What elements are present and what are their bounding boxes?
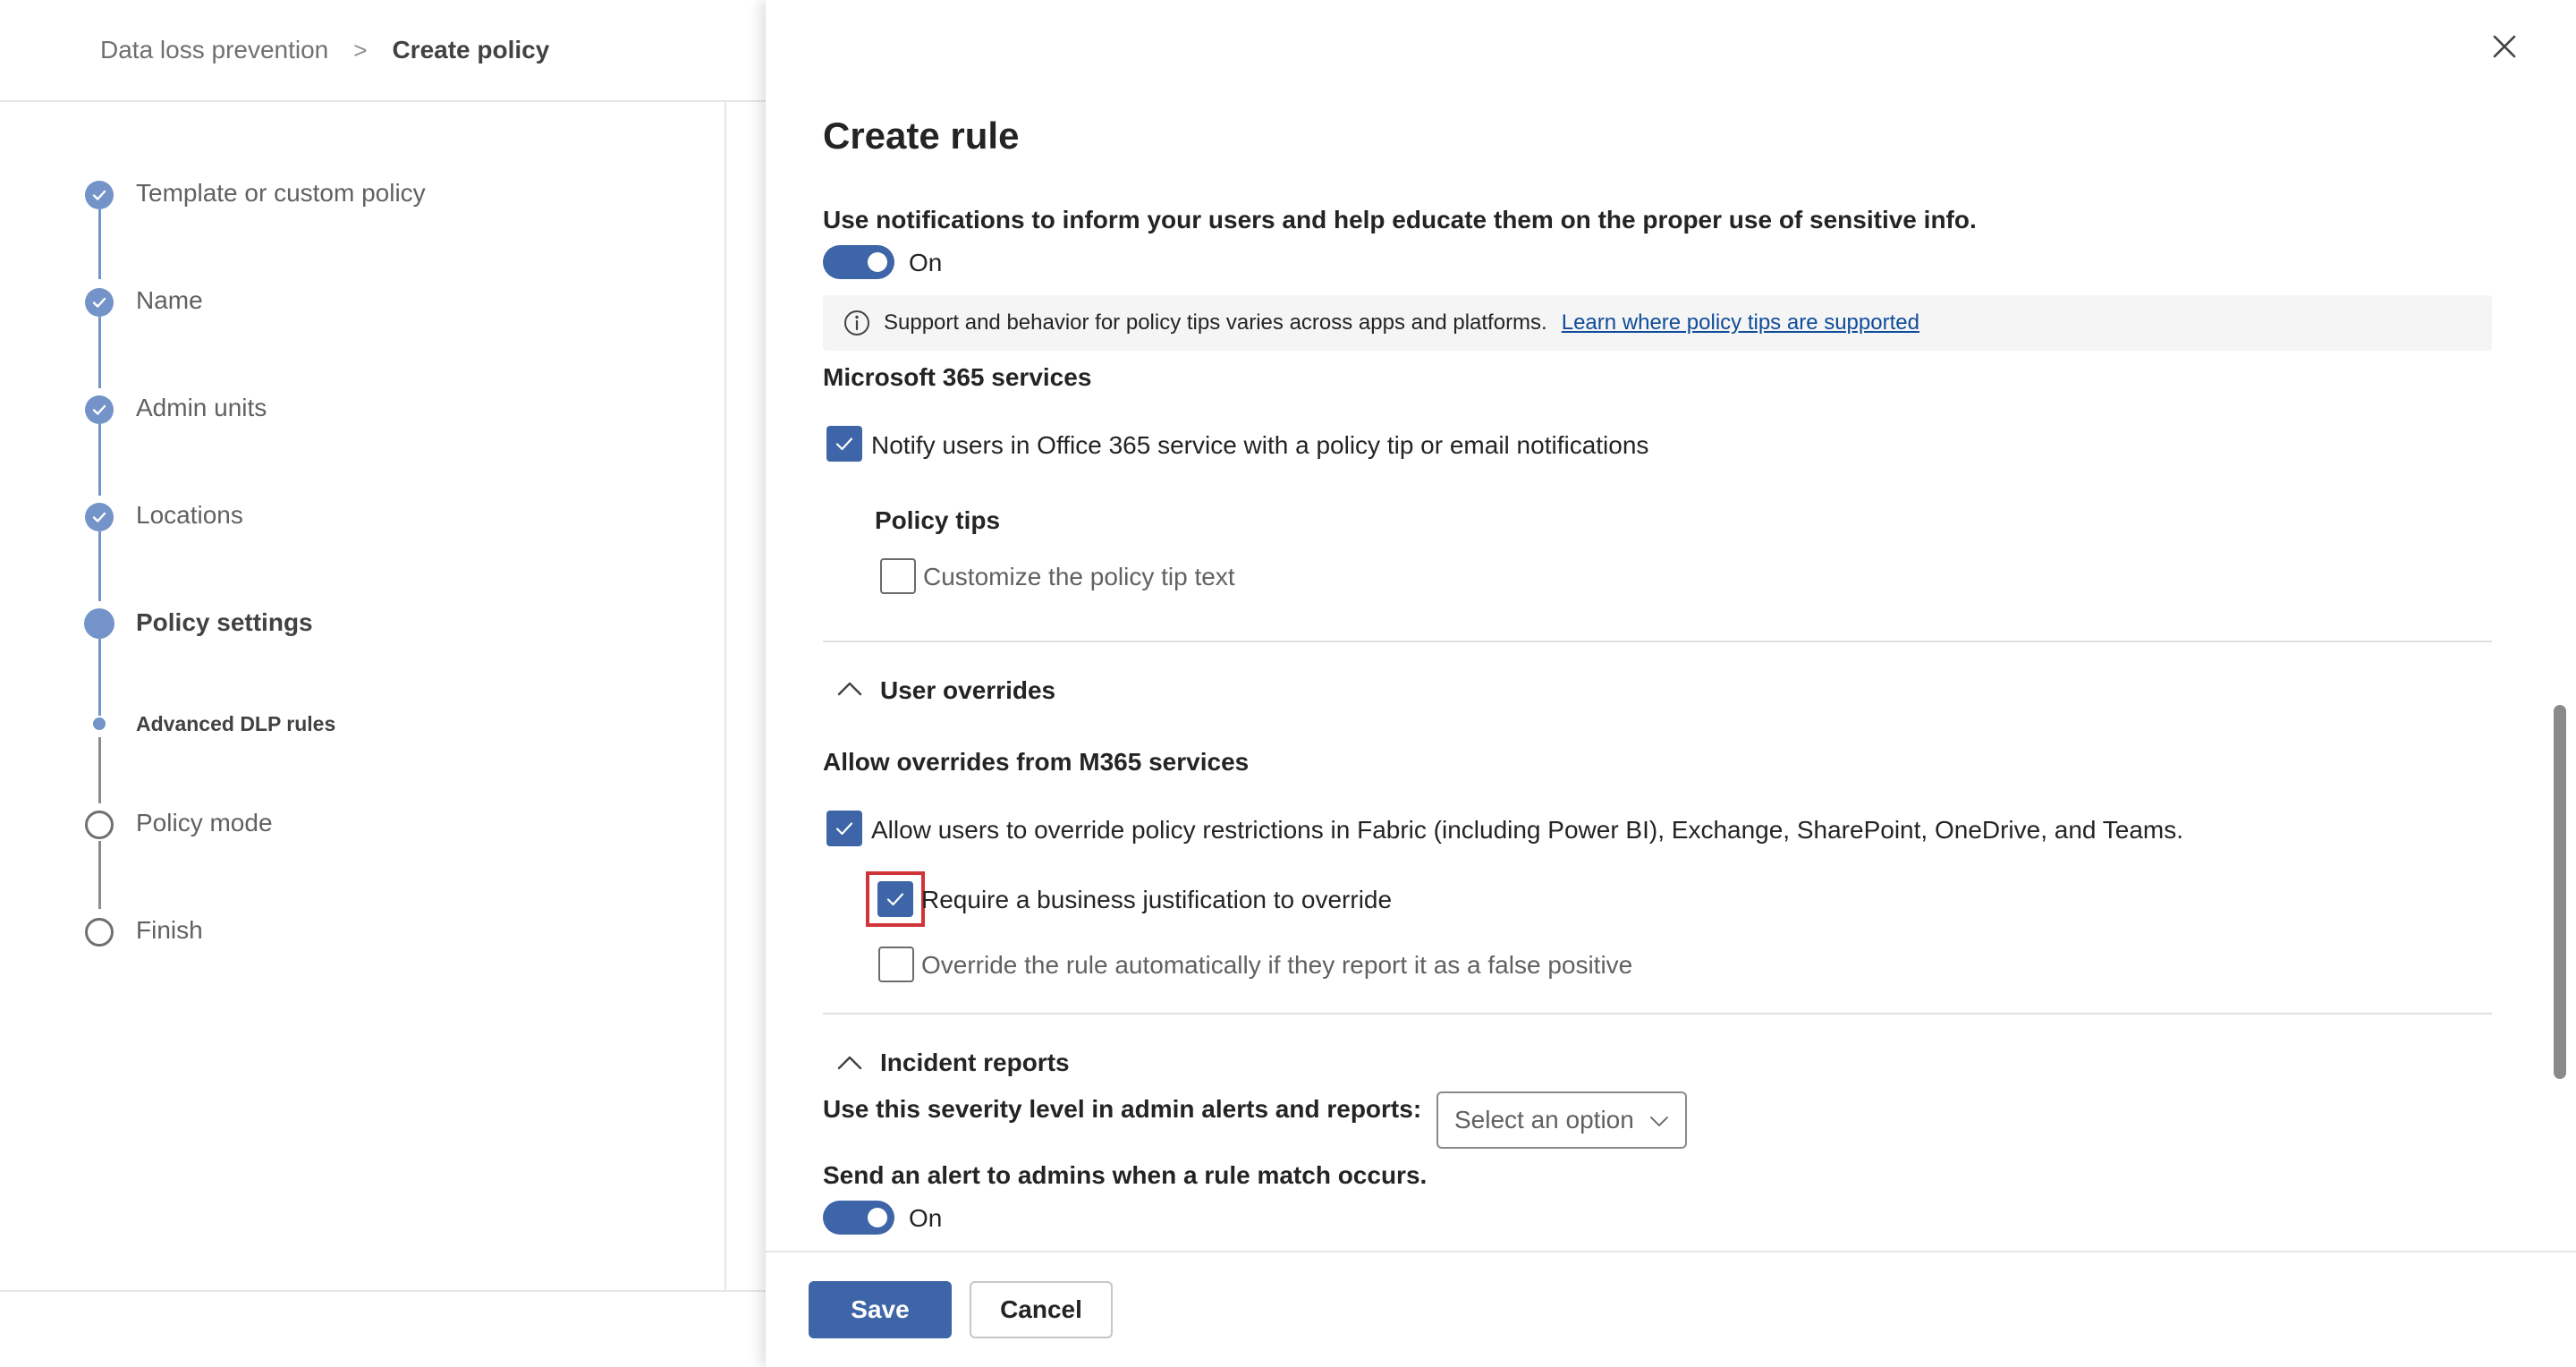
business-justification-label: Require a business justification to over… — [921, 886, 1393, 913]
admin-alert-toggle-label: On — [909, 1204, 943, 1232]
step-connector — [98, 317, 101, 388]
allow-overrides-subheading: Allow overrides from M365 services — [823, 748, 1250, 776]
step-connector — [98, 737, 101, 803]
save-button[interactable]: Save — [809, 1281, 952, 1338]
m365-services-heading: Microsoft 365 services — [823, 363, 1092, 391]
panel-footer-divider — [766, 1251, 2576, 1252]
step-connector — [98, 639, 101, 716]
false-positive-label: Override the rule automatically if they … — [921, 951, 1633, 979]
close-button[interactable] — [2481, 23, 2528, 70]
notifications-description: Use notifications to inform your users a… — [823, 206, 1977, 233]
policy-tips-info-bar: Support and behavior for policy tips var… — [823, 295, 2492, 351]
section-divider — [823, 641, 2492, 642]
step-locations[interactable]: Locations — [136, 501, 243, 530]
policy-tips-support-link[interactable]: Learn where policy tips are supported — [1562, 310, 1919, 335]
step-advanced-dlp-rules[interactable]: Advanced DLP rules — [136, 712, 335, 736]
step-finish[interactable]: Finish — [136, 916, 203, 945]
chevron-up-icon — [837, 682, 862, 696]
step-complete-icon — [85, 288, 114, 317]
customize-policy-tip-label: Customize the policy tip text — [923, 563, 1235, 590]
notify-users-checkbox[interactable] — [826, 426, 862, 462]
user-overrides-toggle[interactable] — [834, 673, 866, 705]
nav-divider — [724, 102, 726, 1290]
business-justification-checkbox[interactable] — [877, 881, 913, 917]
incident-reports-toggle[interactable] — [834, 1047, 866, 1079]
user-overrides-heading[interactable]: User overrides — [880, 676, 1055, 705]
step-connector — [98, 531, 101, 601]
admin-alert-toggle[interactable] — [823, 1201, 894, 1235]
step-complete-icon — [85, 503, 114, 531]
incident-reports-heading[interactable]: Incident reports — [880, 1049, 1070, 1077]
info-bar-text: Support and behavior for policy tips var… — [884, 310, 1547, 335]
customize-policy-tip-checkbox[interactable] — [880, 558, 916, 594]
notify-users-label: Notify users in Office 365 service with … — [871, 431, 1649, 459]
false-positive-checkbox[interactable] — [878, 947, 914, 982]
section-divider — [823, 1013, 2492, 1015]
create-rule-panel: Create rule Use notifications to inform … — [766, 0, 2576, 1367]
panel-scrollbar-thumb[interactable] — [2554, 705, 2566, 1079]
cancel-button[interactable]: Cancel — [970, 1281, 1113, 1338]
close-icon — [2493, 35, 2516, 58]
step-connector — [98, 209, 101, 279]
step-pending-icon — [85, 811, 114, 839]
step-template[interactable]: Template or custom policy — [136, 179, 426, 208]
step-complete-icon — [85, 181, 114, 209]
panel-title: Create rule — [823, 115, 1020, 157]
notifications-toggle-label: On — [909, 249, 943, 276]
step-current-icon — [84, 608, 114, 639]
info-icon — [843, 309, 871, 337]
checkmark-icon — [835, 437, 853, 451]
step-name[interactable]: Name — [136, 286, 203, 315]
severity-select[interactable]: Select an option — [1436, 1091, 1687, 1149]
step-connector — [98, 841, 101, 909]
admin-alert-label: Send an alert to admins when a rule matc… — [823, 1161, 1428, 1189]
chevron-up-icon — [837, 1056, 862, 1070]
step-policy-mode[interactable]: Policy mode — [136, 809, 273, 837]
wizard-stepper: Template or custom policy Name Admin uni… — [0, 0, 724, 1290]
wizard-area: Data loss prevention > Create policy Tem… — [0, 0, 766, 1367]
checkmark-icon — [886, 893, 904, 906]
step-complete-icon — [85, 395, 114, 424]
chevron-down-icon — [1648, 1109, 1671, 1133]
step-policy-settings[interactable]: Policy settings — [136, 608, 313, 637]
severity-level-label: Use this severity level in admin alerts … — [823, 1095, 1422, 1123]
footer-divider — [0, 1290, 766, 1292]
severity-select-placeholder: Select an option — [1454, 1106, 1634, 1134]
allow-override-checkbox[interactable] — [826, 811, 862, 846]
checkmark-icon — [835, 822, 853, 836]
notifications-toggle[interactable] — [823, 245, 894, 279]
step-admin-units[interactable]: Admin units — [136, 394, 267, 422]
allow-override-label: Allow users to override policy restricti… — [871, 816, 2184, 844]
step-connector — [98, 424, 101, 496]
policy-tips-heading: Policy tips — [875, 506, 1001, 534]
substep-dot-icon — [93, 717, 106, 730]
step-pending-icon — [85, 918, 114, 947]
